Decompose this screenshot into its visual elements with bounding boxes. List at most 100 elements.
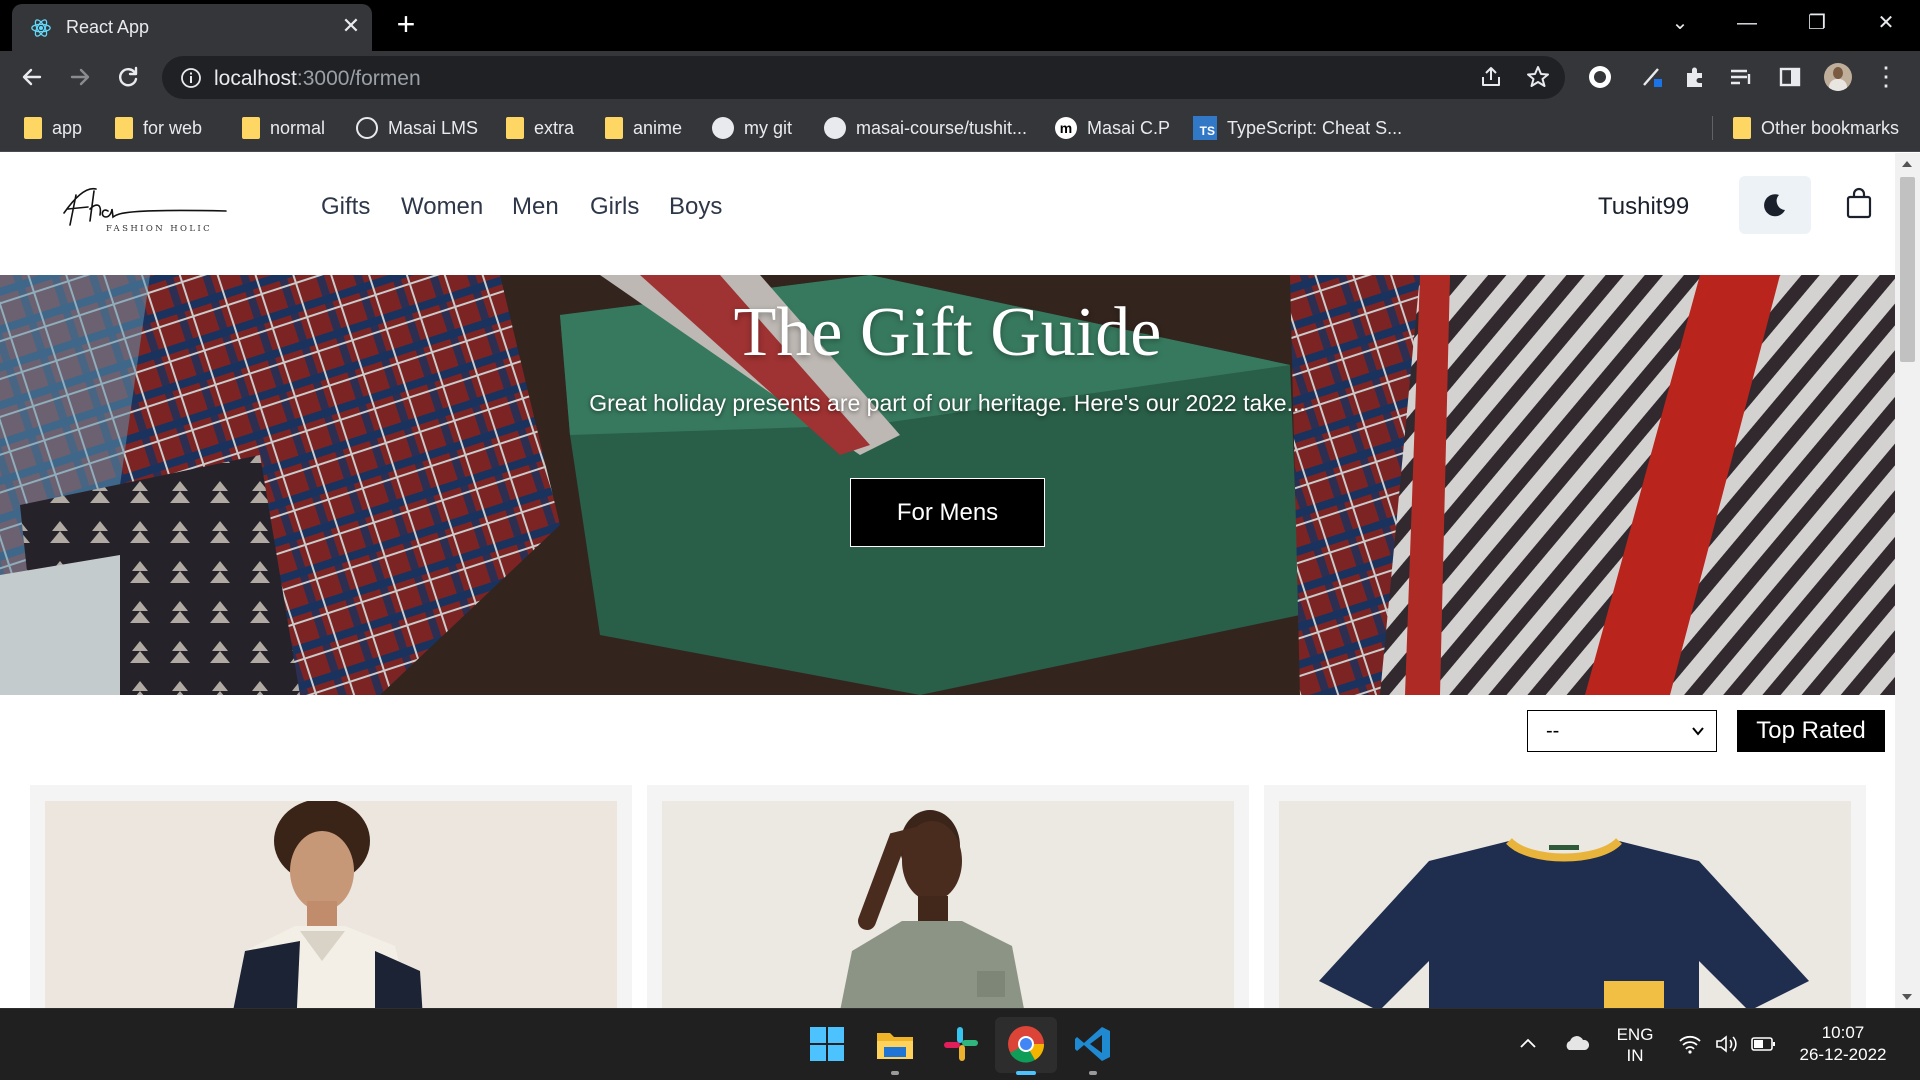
bookmark-extra[interactable]: extra — [506, 114, 574, 142]
share-icon[interactable] — [1477, 63, 1505, 91]
nav-boys[interactable]: Boys — [669, 193, 722, 221]
bookmark-anime[interactable]: anime — [605, 114, 682, 142]
sort-select[interactable]: -- — [1527, 710, 1717, 752]
scroll-down-icon[interactable] — [1902, 994, 1912, 1000]
masai-icon: m — [1055, 117, 1077, 139]
github-icon — [712, 117, 734, 139]
file-explorer-icon[interactable] — [874, 1023, 916, 1065]
folder-icon — [242, 117, 260, 139]
bookmark-label: Masai C.P — [1087, 117, 1171, 138]
bookmark-typescript[interactable]: TS TypeScript: Cheat S... — [1193, 114, 1402, 142]
bookmark-normal[interactable]: normal — [242, 114, 325, 142]
bookmark-app[interactable]: app — [24, 114, 82, 142]
site-info-icon[interactable] — [180, 67, 202, 89]
tab-search-icon[interactable]: ⌄ — [1660, 8, 1700, 38]
bookmark-label: extra — [534, 117, 575, 138]
scrollbar-thumb[interactable] — [1900, 177, 1915, 362]
username[interactable]: Tushit99 — [1598, 193, 1689, 221]
bookmark-masai-cp[interactable]: m Masai C.P — [1055, 114, 1170, 142]
nav-women[interactable]: Women — [401, 193, 483, 221]
product-image — [1279, 801, 1851, 1008]
url-host: localhost — [214, 67, 297, 90]
bookmark-my-git[interactable]: my git — [712, 114, 792, 142]
react-icon — [31, 19, 51, 37]
reload-icon[interactable] — [112, 61, 144, 93]
shopping-bag-icon[interactable] — [1844, 186, 1874, 220]
menu-kebab-icon[interactable]: ⋮ — [1872, 63, 1900, 91]
running-indicator — [1089, 1071, 1097, 1075]
bookmark-label: Other bookmarks — [1761, 117, 1900, 138]
theme-toggle-button[interactable] — [1739, 176, 1811, 234]
slack-icon[interactable] — [940, 1023, 982, 1065]
moon-icon — [1764, 194, 1785, 217]
reading-list-icon[interactable] — [1727, 63, 1755, 91]
close-window-button[interactable]: ✕ — [1866, 8, 1906, 38]
url-path: :3000/formen — [296, 67, 421, 90]
folder-icon — [24, 117, 42, 139]
bookmark-star-icon[interactable] — [1524, 63, 1552, 91]
typescript-icon: TS — [1193, 116, 1217, 140]
clock[interactable]: 10:07 26-12-2022 — [1788, 1022, 1898, 1066]
web-page: FASHION HOLIC Gifts Women Men Girls Boys… — [0, 153, 1895, 1008]
back-icon[interactable] — [16, 61, 48, 93]
browser-toolbar: localhost:3000/formen ⋮ — [0, 51, 1920, 104]
bookmark-label: anime — [633, 117, 683, 138]
bookmark-label: normal — [270, 117, 326, 138]
browser-tab[interactable]: React App ✕ — [12, 4, 372, 51]
bookmark-label: my git — [744, 117, 793, 138]
bookmark-label: app — [52, 117, 83, 138]
vscode-icon[interactable] — [1072, 1023, 1114, 1065]
extension-icon[interactable] — [1586, 63, 1614, 91]
chevron-down-icon — [1692, 727, 1704, 736]
running-indicator — [891, 1071, 899, 1075]
minimize-button[interactable]: — — [1727, 8, 1767, 38]
volume-icon[interactable] — [1714, 1033, 1740, 1055]
nav-men[interactable]: Men — [512, 193, 559, 221]
scroll-up-icon[interactable] — [1902, 161, 1912, 167]
hero-title: The Gift Guide — [733, 294, 1162, 371]
sort-select-value: -- — [1546, 719, 1560, 742]
folder-icon — [605, 117, 623, 139]
bookmark-label: for web — [143, 117, 203, 138]
product-card[interactable] — [30, 785, 632, 1008]
site-logo[interactable]: FASHION HOLIC — [58, 173, 228, 243]
close-tab-icon[interactable]: ✕ — [338, 13, 364, 39]
wifi-icon[interactable] — [1678, 1033, 1702, 1055]
folder-icon — [115, 117, 133, 139]
extensions-puzzle-icon[interactable] — [1681, 63, 1709, 91]
product-card[interactable] — [647, 785, 1249, 1008]
top-rated-button[interactable]: Top Rated — [1737, 710, 1885, 752]
region-code: IN — [1626, 1046, 1644, 1065]
product-card[interactable] — [1264, 785, 1866, 1008]
chevron-up-icon[interactable] — [1518, 1035, 1538, 1051]
address-bar[interactable]: localhost:3000/formen — [162, 56, 1565, 99]
windows-start-icon[interactable] — [806, 1023, 848, 1065]
bookmark-masai-lms[interactable]: Masai LMS — [356, 114, 478, 142]
side-panel-icon[interactable] — [1776, 63, 1804, 91]
url-text: localhost:3000/formen — [214, 67, 421, 91]
onedrive-cloud-icon[interactable] — [1563, 1033, 1591, 1053]
bookmark-masai-course[interactable]: masai-course/tushit... — [824, 114, 1027, 142]
profile-avatar[interactable] — [1824, 63, 1852, 91]
language-code: ENG — [1616, 1025, 1654, 1044]
battery-icon[interactable] — [1751, 1035, 1777, 1053]
bookmark-for-web[interactable]: for web — [115, 114, 202, 142]
page-scrollbar[interactable] — [1895, 153, 1920, 1008]
nav-gifts[interactable]: Gifts — [321, 193, 370, 221]
pen-extension-icon[interactable] — [1638, 63, 1666, 91]
bookmark-other[interactable]: Other bookmarks — [1733, 114, 1899, 142]
bookmark-label: TypeScript: Cheat S... — [1227, 117, 1403, 138]
new-tab-button[interactable]: + — [390, 8, 422, 41]
windows-taskbar: ENG IN 10:07 26-12-2022 — [0, 1008, 1920, 1080]
nav-girls[interactable]: Girls — [590, 193, 639, 221]
bookmark-label: Masai LMS — [388, 117, 479, 138]
browser-tabstrip: React App ✕ + ⌄ — ❐ ✕ — [0, 0, 1920, 51]
active-indicator — [1016, 1071, 1036, 1075]
language-indicator[interactable]: ENG IN — [1612, 1024, 1658, 1066]
for-mens-button[interactable]: For Mens — [850, 478, 1045, 547]
restore-button[interactable]: ❐ — [1797, 8, 1837, 38]
chrome-icon[interactable] — [1005, 1023, 1047, 1065]
forward-icon[interactable] — [64, 61, 96, 93]
product-image — [662, 801, 1234, 1008]
bookmarks-divider — [1712, 116, 1713, 140]
